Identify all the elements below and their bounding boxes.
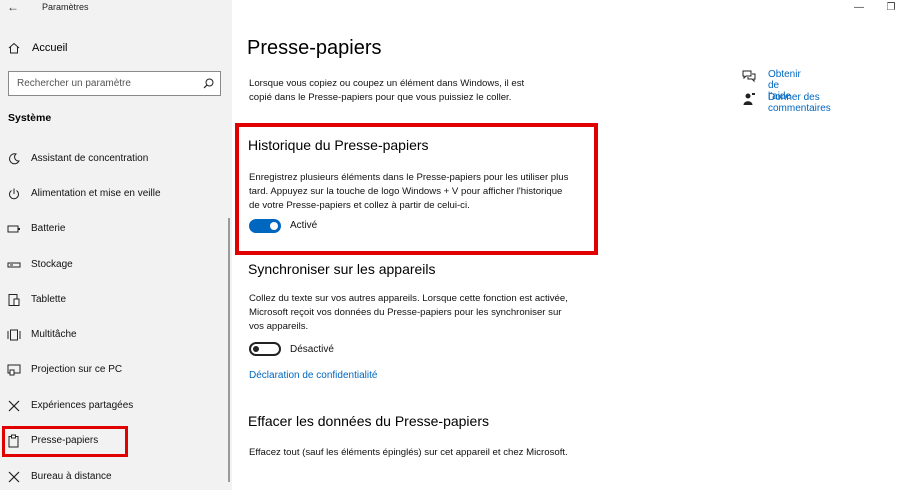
sidebar-item-home[interactable]: Accueil	[0, 38, 232, 60]
feedback-link[interactable]: Donner des commentaires	[768, 92, 831, 114]
highlight-box	[2, 426, 128, 457]
feedback-person-icon	[743, 93, 755, 105]
sidebar-item-label: Expériences partagées	[31, 400, 134, 411]
projection-icon	[7, 364, 21, 376]
back-arrow-icon[interactable]: ←	[7, 0, 19, 14]
privacy-link[interactable]: Déclaration de confidentialité	[249, 370, 377, 381]
sync-toggle[interactable]	[249, 342, 281, 356]
sync-heading: Synchroniser sur les appareils	[248, 261, 436, 277]
sidebar-item-remote-desktop[interactable]: Bureau à distance	[0, 466, 232, 488]
home-label: Accueil	[32, 42, 68, 54]
history-description: Enregistrez plusieurs éléments dans le P…	[249, 172, 569, 211]
power-icon	[9, 188, 19, 200]
sidebar-scrollbar[interactable]	[228, 218, 230, 482]
home-icon	[8, 42, 20, 54]
multitask-icon	[7, 329, 21, 341]
main-content: — ❐ Presse-papiers Lorsque vous copiez o…	[232, 0, 907, 490]
remote-desktop-icon	[8, 471, 20, 483]
sidebar-item-label: Alimentation et mise en veille	[31, 188, 161, 199]
search-icon[interactable]	[203, 78, 214, 89]
intro-text: Lorsque vous copiez ou coupez un élément…	[249, 78, 525, 103]
restore-icon[interactable]: ❐	[885, 2, 897, 13]
sidebar-item-label: Multitâche	[31, 329, 77, 340]
history-toggle[interactable]	[249, 219, 281, 233]
tablet-icon	[8, 294, 20, 306]
window-title: Paramètres	[42, 2, 89, 12]
clear-description: Effacez tout (sauf les éléments épinglés…	[249, 447, 568, 458]
sync-description: Collez du texte sur vos autres appareils…	[249, 293, 568, 332]
sidebar-item-label: Assistant de concentration	[31, 153, 149, 164]
clear-heading: Effacer les données du Presse-papiers	[248, 413, 489, 429]
section-title: Système	[8, 112, 52, 124]
sidebar-item-projection[interactable]: Projection sur ce PC	[0, 359, 232, 381]
sidebar-item-tablet[interactable]: Tablette	[0, 289, 232, 311]
sidebar-item-power[interactable]: Alimentation et mise en veille	[0, 183, 232, 205]
battery-icon	[7, 225, 20, 233]
sidebar-item-concentration[interactable]: Assistant de concentration	[0, 148, 232, 170]
history-toggle-label: Activé	[290, 220, 318, 231]
sidebar-item-shared[interactable]: Expériences partagées	[0, 395, 232, 417]
search-box[interactable]	[8, 71, 221, 96]
sidebar: ← Paramètres Accueil Système Assistant d…	[0, 0, 232, 490]
sync-toggle-label: Désactivé	[290, 344, 334, 355]
sidebar-item-battery[interactable]: Batterie	[0, 218, 232, 240]
history-heading: Historique du Presse-papiers	[248, 137, 429, 153]
shared-icon	[8, 400, 20, 412]
window-controls: — ❐	[853, 2, 897, 13]
sidebar-item-multitask[interactable]: Multitâche	[0, 324, 232, 346]
sidebar-item-label: Tablette	[31, 294, 67, 305]
sidebar-item-storage[interactable]: Stockage	[0, 254, 232, 276]
sidebar-item-label: Projection sur ce PC	[31, 364, 123, 375]
moon-icon	[9, 153, 20, 165]
minimize-icon[interactable]: —	[853, 2, 865, 13]
page-title: Presse-papiers	[247, 37, 382, 59]
storage-icon	[7, 262, 21, 268]
sidebar-item-label: Batterie	[31, 223, 66, 234]
sidebar-item-label: Bureau à distance	[31, 471, 112, 482]
search-input[interactable]	[9, 72, 199, 95]
sidebar-item-label: Stockage	[31, 259, 73, 270]
chat-help-icon	[742, 70, 756, 83]
